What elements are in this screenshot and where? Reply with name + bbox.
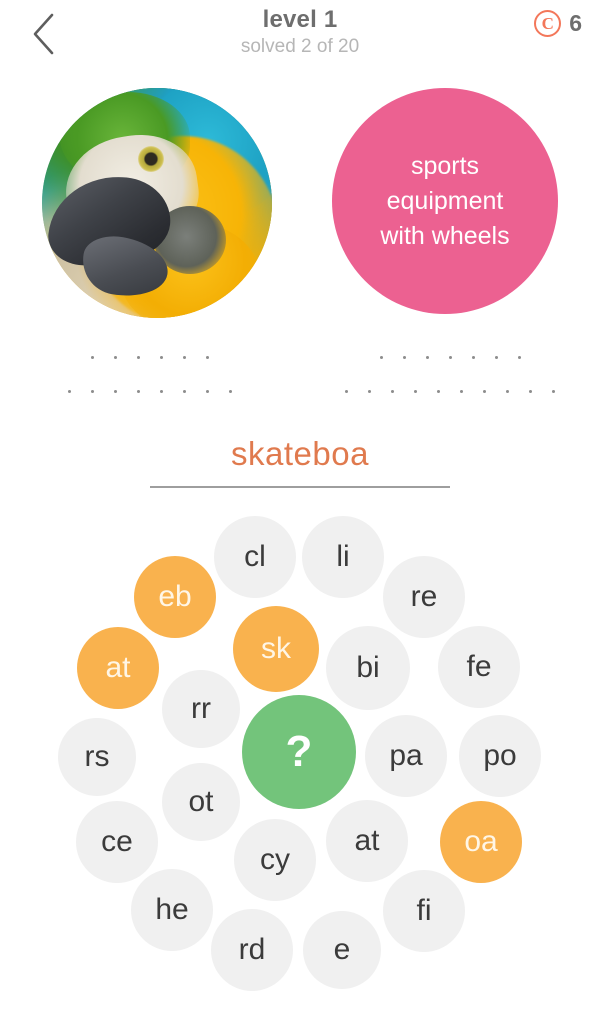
letter-bubble-label: cy xyxy=(260,843,290,876)
letter-bubble-label: at xyxy=(354,824,380,857)
letter-slot-dot xyxy=(137,389,140,393)
letter-bubble-label: li xyxy=(336,540,350,573)
letter-bubble-field: cl li re eb sk bi fe at rr? pa po rs ot ce at oa cy he fi r… xyxy=(0,500,600,1024)
letter-slot-dot xyxy=(552,389,555,393)
letter-slot-dot xyxy=(425,355,429,359)
slot-line-2 xyxy=(10,374,290,408)
letter-slot-dot xyxy=(206,389,209,393)
letter-slot-dot xyxy=(114,389,117,393)
letter-bubble-label: re xyxy=(410,580,438,613)
letter-slot-dot xyxy=(68,389,71,393)
coin-counter[interactable]: C 6 xyxy=(534,10,582,37)
letter-bubble-label: rr xyxy=(191,692,211,725)
letter-bubble-label: fe xyxy=(466,650,492,683)
letter-bubble[interactable]: rs xyxy=(58,718,136,796)
letter-slot-dot xyxy=(402,355,406,359)
letter-slot-dot xyxy=(529,389,532,393)
answer-input[interactable]: skateboa xyxy=(150,432,450,488)
letter-bubble[interactable]: rr xyxy=(162,670,240,748)
slot-line-1 xyxy=(10,340,290,374)
letter-slot-dot xyxy=(448,355,452,359)
letter-slot-dot xyxy=(183,389,186,393)
letter-slot-dot xyxy=(483,389,486,393)
coin-count-label: 6 xyxy=(569,10,582,36)
letter-bubble[interactable]: oa xyxy=(440,801,522,883)
letter-bubble[interactable]: eb xyxy=(134,556,216,638)
clue-photo-parrot[interactable] xyxy=(42,88,272,318)
letter-bubble-label: po xyxy=(483,739,517,772)
letter-bubble-label: ot xyxy=(188,785,214,818)
letter-slot-dot xyxy=(471,355,475,359)
letter-bubble[interactable]: re xyxy=(383,556,465,638)
letter-bubble[interactable]: he xyxy=(131,869,213,951)
parrot-illustration xyxy=(42,88,272,318)
letter-bubble[interactable]: cl xyxy=(214,516,296,598)
progress-subtitle: solved 2 of 20 xyxy=(240,36,360,57)
letter-slot-dot xyxy=(206,355,209,359)
letter-bubble-label: rs xyxy=(84,740,110,773)
letter-bubble[interactable]: e xyxy=(303,911,381,989)
letter-slot-dot xyxy=(368,389,371,393)
letter-slot-dot xyxy=(414,389,417,393)
letter-bubble-label: oa xyxy=(464,825,498,858)
clue-text-bubble[interactable]: sports equipment with wheels xyxy=(332,88,558,314)
letter-bubble-label: sk xyxy=(261,632,291,665)
letter-bubble[interactable]: at xyxy=(77,627,159,709)
letter-bubble-label: fi xyxy=(416,894,432,927)
letter-bubble-label: rd xyxy=(238,933,266,966)
letter-bubble[interactable]: po xyxy=(459,715,541,797)
letter-bubble-label: pa xyxy=(389,739,423,772)
letter-bubble-label: eb xyxy=(158,580,192,613)
letter-slot-dot xyxy=(183,355,186,359)
letter-bubble[interactable]: cy xyxy=(234,819,316,901)
letter-bubble[interactable]: li xyxy=(302,516,384,598)
hint-icon: ? xyxy=(285,727,313,776)
answer-slot-right xyxy=(310,340,590,408)
letter-bubble[interactable]: fe xyxy=(438,626,520,708)
letter-bubble-label: cl xyxy=(244,540,266,573)
letter-bubble[interactable]: fi xyxy=(383,870,465,952)
clue-row: sports equipment with wheels xyxy=(0,88,600,320)
letter-slot-dot xyxy=(494,355,498,359)
letter-bubble[interactable]: bi xyxy=(326,626,410,710)
answer-slot-left xyxy=(10,340,290,408)
header-titles: level 1 solved 2 of 20 xyxy=(0,6,600,60)
game-screen: level 1 solved 2 of 20 C 6 sports equipm… xyxy=(0,0,600,1024)
page-title: level 1 xyxy=(262,6,338,33)
letter-bubble[interactable]: at xyxy=(326,800,408,882)
letter-slot-dot xyxy=(379,355,383,359)
letter-slot-dot xyxy=(229,389,232,393)
letter-bubble[interactable]: ce xyxy=(76,801,158,883)
letter-slot-dot xyxy=(160,389,163,393)
letter-bubble[interactable]: pa xyxy=(365,715,447,797)
letter-bubble-label: ce xyxy=(101,825,133,858)
letter-slot-dot xyxy=(160,355,163,359)
slot-line-2 xyxy=(310,374,590,408)
letter-slot-dot xyxy=(114,355,117,359)
letter-slot-dot xyxy=(137,355,140,359)
letter-bubble-label: he xyxy=(155,893,189,926)
letter-bubble[interactable]: ot xyxy=(162,763,240,841)
answer-input-value: skateboa xyxy=(231,435,369,472)
letter-slot-dot xyxy=(506,389,509,393)
letter-bubble[interactable]: rd xyxy=(211,909,293,991)
slot-line-1 xyxy=(310,340,590,374)
letter-slot-dot xyxy=(91,389,94,393)
letter-slot-dot xyxy=(517,355,521,359)
letter-bubble-label: bi xyxy=(356,651,380,684)
letter-bubble[interactable]: sk xyxy=(233,606,319,692)
hint-bubble[interactable]: ? xyxy=(242,695,356,809)
letter-bubble-label: e xyxy=(333,933,351,966)
clue-bubble-label: sports equipment with wheels xyxy=(380,151,510,250)
answer-slots xyxy=(0,340,600,420)
letter-bubble-label: at xyxy=(105,651,131,684)
letter-slot-dot xyxy=(345,389,348,393)
header-bar: level 1 solved 2 of 20 C 6 xyxy=(0,0,600,76)
coin-icon: C xyxy=(534,10,562,37)
letter-slot-dot xyxy=(391,389,394,393)
letter-slot-dot xyxy=(460,389,463,393)
letter-slot-dot xyxy=(437,389,440,393)
letter-slot-dot xyxy=(91,355,94,359)
